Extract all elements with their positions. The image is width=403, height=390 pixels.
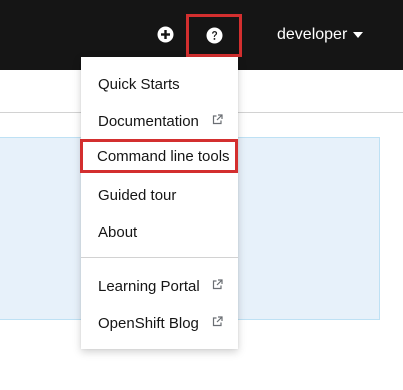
caret-down-icon [353,32,364,38]
menu-item-label: Command line tools [97,147,230,165]
menu-item-label: About [98,223,138,241]
menu-item-guided-tour[interactable]: Guided tour [81,178,238,212]
external-link-icon [212,279,223,290]
help-button[interactable] [186,14,242,57]
add-button[interactable] [157,26,174,43]
menu-item-openshift-blog[interactable]: OpenShift Blog [81,306,238,340]
menu-item-label: Guided tour [98,186,177,204]
external-link-icon [212,114,223,125]
menu-item-quick-starts[interactable]: Quick Starts [81,67,238,101]
page: developer Quick Starts Documentation Com… [0,0,403,390]
user-menu-toggle[interactable]: developer [277,25,364,45]
username-label: developer [277,26,348,43]
help-dropdown-menu: Quick Starts Documentation Command line … [80,57,238,349]
menu-item-command-line-tools[interactable]: Command line tools [80,139,238,173]
question-circle-icon [206,27,222,44]
menu-item-label: Documentation [98,112,199,130]
menu-item-label: OpenShift Blog [98,314,199,332]
menu-item-label: Learning Portal [98,277,200,295]
plus-circle-icon [157,26,174,43]
menu-item-about[interactable]: About [81,215,238,249]
menu-item-documentation[interactable]: Documentation [81,104,238,138]
external-link-icon [212,316,223,327]
menu-item-learning-portal[interactable]: Learning Portal [81,269,238,303]
menu-item-label: Quick Starts [98,75,180,93]
menu-divider [81,257,238,258]
